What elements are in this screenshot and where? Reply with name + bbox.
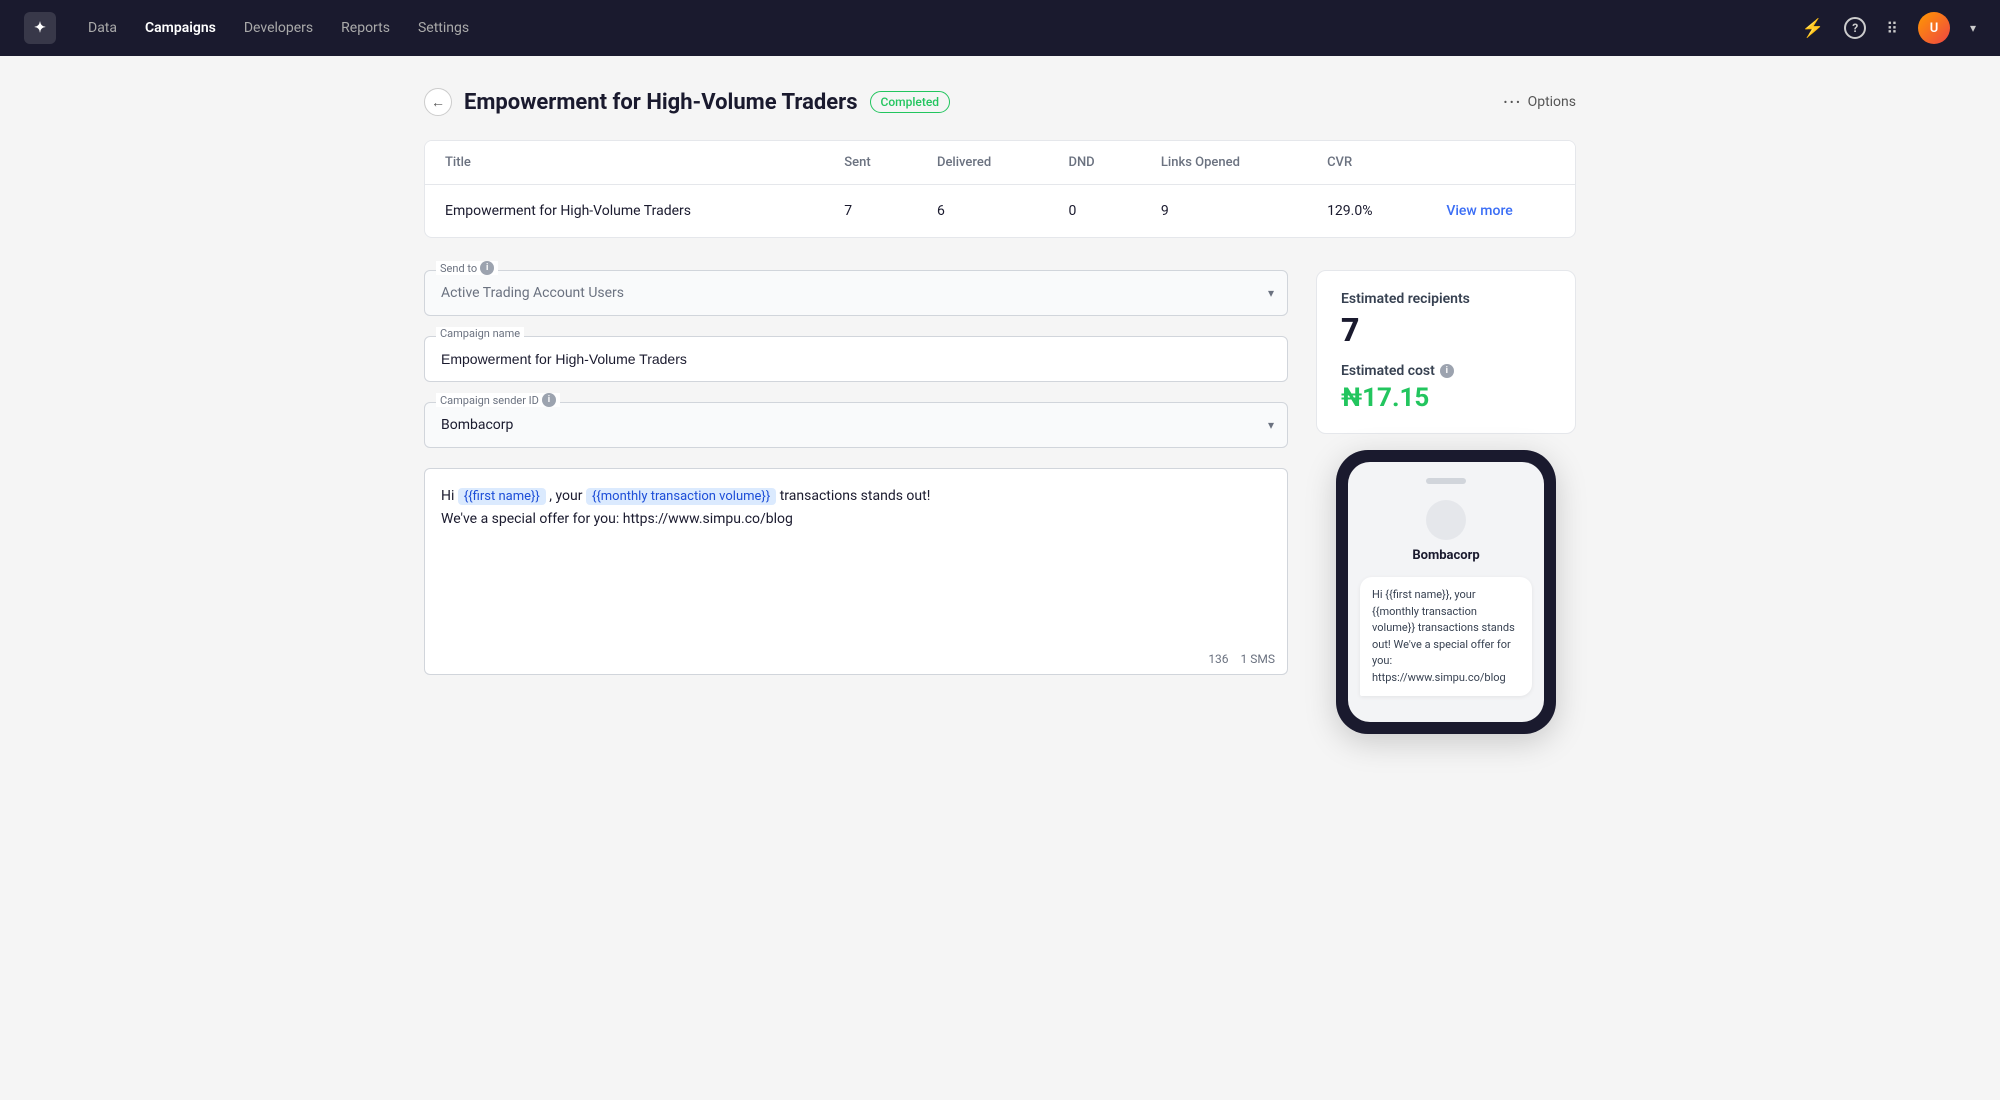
- page-title: Empowerment for High-Volume Traders: [464, 90, 858, 115]
- phone-sender-icon: [1426, 500, 1466, 540]
- grid-icon[interactable]: ⠿: [1886, 19, 1898, 38]
- col-cvr: CVR: [1307, 141, 1426, 185]
- cost-label: Estimated cost i: [1341, 363, 1551, 379]
- form-section: Send to i Active Trading Account Users ▾…: [424, 270, 1576, 734]
- send-to-select[interactable]: Active Trading Account Users: [424, 270, 1288, 316]
- options-label: Options: [1528, 94, 1576, 110]
- sms-text-offer: We've a special offer for you: https://w…: [441, 511, 793, 527]
- phone-sender-name: Bombacorp: [1360, 548, 1532, 563]
- cost-info-icon[interactable]: i: [1440, 364, 1454, 378]
- sms-char-count: 136: [1208, 652, 1228, 666]
- campaign-name-input[interactable]: [424, 336, 1288, 382]
- phone-bubble: Hi {{first name}}, your {{monthly transa…: [1360, 577, 1532, 696]
- view-more-link[interactable]: View more: [1446, 203, 1512, 219]
- nav-campaigns[interactable]: Campaigns: [145, 20, 216, 36]
- options-dots-icon: ···: [1503, 90, 1522, 114]
- col-delivered: Delivered: [917, 141, 1048, 185]
- page-header-left: ← Empowerment for High-Volume Traders Co…: [424, 88, 950, 116]
- avatar-chevron[interactable]: ▾: [1970, 21, 1976, 35]
- avatar[interactable]: U: [1918, 12, 1950, 44]
- sender-id-info-icon[interactable]: i: [542, 393, 556, 407]
- cell-title: Empowerment for High-Volume Traders: [425, 185, 824, 238]
- back-button[interactable]: ←: [424, 88, 452, 116]
- cell-links-opened: 9: [1141, 185, 1307, 238]
- nav-data[interactable]: Data: [88, 20, 117, 36]
- sms-footer: 136 1 SMS: [424, 644, 1288, 675]
- form-left: Send to i Active Trading Account Users ▾…: [424, 270, 1288, 675]
- recipients-count: 7: [1341, 311, 1551, 349]
- phone-mockup: Bombacorp Hi {{first name}}, your {{mont…: [1336, 450, 1556, 734]
- send-to-info-icon[interactable]: i: [480, 261, 494, 275]
- sms-text-hi: Hi: [441, 488, 458, 504]
- col-title: Title: [425, 141, 824, 185]
- phone-notch: [1426, 478, 1466, 484]
- sms-tag-first-name[interactable]: {{first name}}: [458, 488, 546, 505]
- estimate-card: Estimated recipients 7 Estimated cost i …: [1316, 270, 1576, 434]
- cell-sent: 7: [824, 185, 917, 238]
- send-to-field: Send to i Active Trading Account Users ▾: [424, 270, 1288, 316]
- campaign-stats-table: Title Sent Delivered DND Links Opened CV…: [424, 140, 1576, 238]
- status-badge: Completed: [870, 91, 951, 113]
- cell-delivered: 6: [917, 185, 1048, 238]
- col-sent: Sent: [824, 141, 917, 185]
- sender-id-field: Campaign sender ID i Bombacorp ▾: [424, 402, 1288, 448]
- sms-text-rest: transactions stands out!: [780, 488, 931, 504]
- table-row: Empowerment for High-Volume Traders 7 6 …: [425, 185, 1575, 238]
- recipients-label: Estimated recipients: [1341, 291, 1551, 307]
- main-content: ← Empowerment for High-Volume Traders Co…: [400, 56, 1600, 766]
- sms-tag-monthly[interactable]: {{monthly transaction volume}}: [586, 488, 776, 505]
- page-header: ← Empowerment for High-Volume Traders Co…: [424, 88, 1576, 116]
- logo[interactable]: ✦: [24, 12, 56, 44]
- sms-text-comma: , your: [549, 488, 586, 504]
- nav-links: Data Campaigns Developers Reports Settin…: [88, 20, 1770, 36]
- nav-right: ⚡ ? ⠿ U ▾: [1802, 12, 1976, 44]
- col-dnd: DND: [1048, 141, 1140, 185]
- form-right: Estimated recipients 7 Estimated cost i …: [1316, 270, 1576, 734]
- sender-id-select[interactable]: Bombacorp: [424, 402, 1288, 448]
- col-action: [1426, 141, 1575, 185]
- nav-developers[interactable]: Developers: [244, 20, 313, 36]
- send-to-label: Send to i: [436, 261, 498, 275]
- phone-screen: Bombacorp Hi {{first name}}, your {{mont…: [1348, 462, 1544, 722]
- cell-cvr: 129.0%: [1307, 185, 1426, 238]
- nav-reports[interactable]: Reports: [341, 20, 390, 36]
- campaign-name-field: Campaign name: [424, 336, 1288, 382]
- nav-settings[interactable]: Settings: [418, 20, 469, 36]
- help-icon[interactable]: ?: [1844, 17, 1866, 39]
- bolt-icon[interactable]: ⚡: [1802, 18, 1824, 39]
- col-links-opened: Links Opened: [1141, 141, 1307, 185]
- navbar: ✦ Data Campaigns Developers Reports Sett…: [0, 0, 2000, 56]
- sms-count: 1 SMS: [1241, 652, 1275, 666]
- sms-composer: Hi {{first name}} , your {{monthly trans…: [424, 468, 1288, 675]
- cost-value: ₦17.15: [1341, 383, 1551, 413]
- sender-id-label: Campaign sender ID i: [436, 393, 560, 407]
- sms-text-area[interactable]: Hi {{first name}} , your {{monthly trans…: [424, 468, 1288, 648]
- cell-dnd: 0: [1048, 185, 1140, 238]
- campaign-name-label: Campaign name: [436, 327, 524, 340]
- options-button[interactable]: ··· Options: [1503, 90, 1576, 114]
